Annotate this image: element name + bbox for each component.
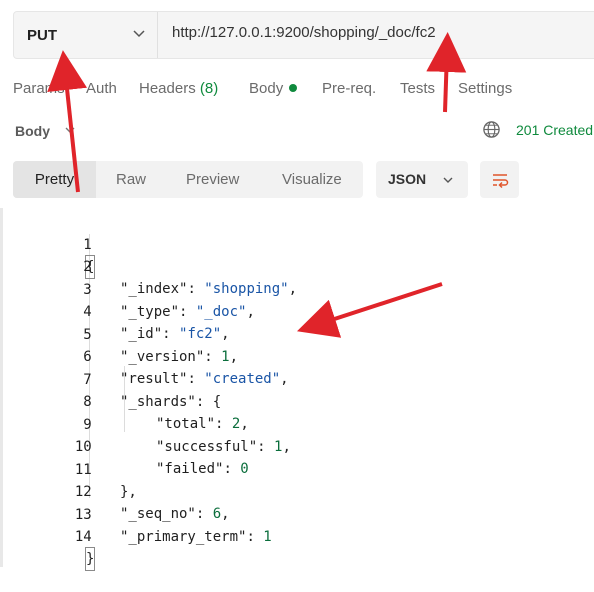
- code-text: "_shards": {: [120, 394, 222, 410]
- line-number: 12: [74, 484, 92, 500]
- code-line: 14 }: [0, 504, 96, 571]
- request-bar: PUT http://127.0.0.1:9200/shopping/_doc/…: [13, 11, 594, 59]
- tab-headers-label: Headers: [139, 80, 196, 97]
- line-number: 7: [83, 372, 92, 388]
- chevron-down-icon[interactable]: [64, 124, 76, 136]
- line-number: 2: [83, 259, 92, 275]
- response-code-view[interactable]: 1 { 2 "_index": "shopping", 3 "_type": "…: [0, 212, 594, 571]
- response-view-tabs: Pretty Raw Preview Visualize: [13, 161, 363, 198]
- line-number: 3: [83, 282, 92, 298]
- wrap-lines-icon: [493, 174, 509, 189]
- code-text: "successful": 1,: [156, 439, 291, 455]
- code-text: "_version": 1,: [120, 349, 239, 365]
- code-line: 3 "_type": "_doc",: [0, 257, 255, 320]
- code-line: 11 },: [0, 437, 137, 500]
- code-line: 13 "_primary_term": 1: [0, 482, 272, 545]
- code-text: "_seq_no": 6,: [120, 506, 230, 522]
- status-badge[interactable]: 201 Created: [516, 122, 593, 138]
- code-line: 4 "_id": "fc2",: [0, 279, 229, 342]
- line-number: 11: [74, 462, 92, 478]
- code-line: 8 "total": 2,: [0, 369, 248, 432]
- code-text: "_index": "shopping",: [120, 281, 298, 297]
- tab-body[interactable]: Body: [249, 80, 298, 97]
- tab-pretty[interactable]: Pretty: [13, 161, 96, 198]
- url-input[interactable]: http://127.0.0.1:9200/shopping/_doc/fc2: [172, 24, 436, 41]
- tab-params[interactable]: Params: [13, 80, 65, 97]
- tab-prereq[interactable]: Pre-req.: [322, 80, 376, 97]
- tab-body-label: Body: [249, 80, 284, 97]
- line-number: 14: [74, 529, 92, 545]
- line-number: 1: [83, 237, 92, 253]
- code-line: 5 "_version": 1,: [0, 302, 238, 365]
- line-number: 9: [83, 417, 92, 433]
- code-line: 6 "result": "created",: [0, 324, 288, 387]
- tab-headers[interactable]: Headers (8): [139, 80, 218, 97]
- code-line: 2 "_index": "shopping",: [0, 234, 297, 297]
- tab-raw[interactable]: Raw: [116, 161, 146, 198]
- tab-settings[interactable]: Settings: [458, 80, 512, 97]
- line-number: 5: [83, 327, 92, 343]
- code-line: 9 "successful": 1,: [0, 392, 291, 455]
- format-select[interactable]: JSON: [376, 161, 468, 198]
- body-active-dot-icon: [289, 84, 298, 93]
- code-text: "result": "created",: [120, 371, 289, 387]
- code-line: 7 "_shards": {: [0, 347, 221, 410]
- response-body-label[interactable]: Body: [15, 123, 50, 139]
- code-text: "failed": 0: [156, 461, 249, 477]
- code-text: },: [120, 484, 137, 500]
- method-label: PUT: [27, 26, 57, 44]
- tab-tests[interactable]: Tests: [400, 80, 435, 97]
- code-line: 10 "failed": 0: [0, 414, 249, 477]
- tab-preview[interactable]: Preview: [186, 161, 239, 198]
- tab-visualize[interactable]: Visualize: [282, 161, 342, 198]
- line-number: 6: [83, 349, 92, 365]
- line-number: 4: [83, 304, 92, 320]
- format-label: JSON: [388, 171, 427, 187]
- wrap-lines-button[interactable]: [480, 161, 519, 198]
- chevron-down-icon: [443, 177, 453, 183]
- code-text: "_type": "_doc",: [120, 304, 255, 320]
- code-text: "total": 2,: [156, 416, 249, 432]
- code-line: 12 "_seq_no": 6,: [0, 459, 230, 522]
- line-number: 13: [74, 507, 92, 523]
- method-select[interactable]: PUT: [14, 12, 158, 58]
- code-line: 1 {: [0, 212, 96, 279]
- line-number: 10: [74, 439, 92, 455]
- headers-count: (8): [199, 80, 219, 97]
- code-text: "_primary_term": 1: [120, 529, 272, 545]
- annotation-arrow: [426, 32, 467, 113]
- code-text: "_id": "fc2",: [120, 326, 230, 342]
- chevron-down-icon: [133, 30, 145, 38]
- line-number: 8: [83, 394, 92, 410]
- globe-icon[interactable]: [482, 120, 501, 139]
- tab-auth[interactable]: Auth: [86, 80, 117, 97]
